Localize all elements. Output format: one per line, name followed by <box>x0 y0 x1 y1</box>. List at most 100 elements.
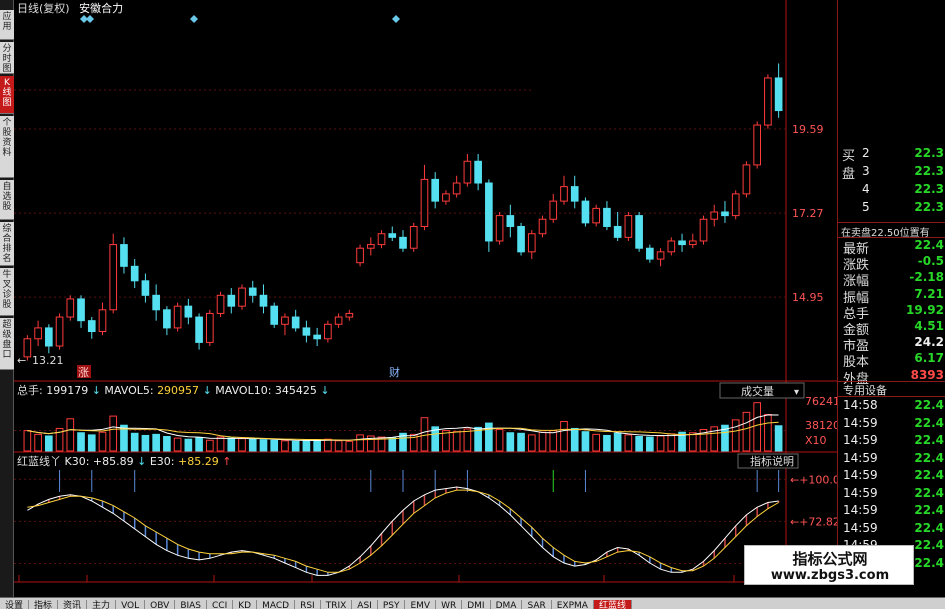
indicator-tab-1[interactable]: 指标 <box>29 600 59 609</box>
volume-bar <box>45 435 53 452</box>
left-tab-5[interactable]: 综合排名 <box>0 222 14 266</box>
candle-body <box>141 280 150 296</box>
indicator-tab-7[interactable]: CCI <box>207 600 234 609</box>
tick-row: 14:59 22.4 <box>838 486 945 502</box>
candle-body <box>570 186 579 202</box>
watermark-url: www.zbgs3.com <box>770 568 890 583</box>
mavol5-label: MAVOL5: <box>104 384 157 397</box>
volume-bar <box>549 430 558 452</box>
volume-bar <box>667 433 676 452</box>
candle <box>152 284 160 321</box>
candle-body <box>420 178 429 227</box>
left-tab-4[interactable]: 自选股 <box>0 180 14 220</box>
stat-value: 6.17 <box>914 351 944 366</box>
stat-row: 股本 6.17 <box>838 351 945 370</box>
indicator-tab-13[interactable]: PSY <box>378 600 406 609</box>
left-tab-2[interactable]: K线图 <box>0 76 14 114</box>
candle-body <box>409 225 418 249</box>
candle-body <box>538 218 547 235</box>
indicator-tab-0[interactable]: 设置 <box>0 600 30 609</box>
volume-bar <box>560 420 568 452</box>
indicator-tab-14[interactable]: EMV <box>405 600 437 609</box>
tick-row: 14:59 22.4 <box>838 451 945 467</box>
candle <box>34 320 42 347</box>
candle-body <box>560 186 568 202</box>
indicator-tab-16[interactable]: DMI <box>462 600 491 609</box>
indicator-tab-2[interactable]: 资讯 <box>58 600 88 609</box>
volume-axis-label-0: 76241 <box>805 395 837 408</box>
volume-bar <box>517 432 525 452</box>
indicator-tab-6[interactable]: BIAS <box>175 600 208 609</box>
stat-row: 涨跌 -0.5 <box>838 254 945 273</box>
indicator-tab-11[interactable]: TRIX <box>321 600 353 609</box>
candle <box>409 222 418 252</box>
indicator-tab-5[interactable]: OBV <box>145 600 176 609</box>
tick-row: 14:59 22.4 <box>838 468 945 484</box>
volume-bar <box>463 428 472 452</box>
candle <box>184 298 193 325</box>
candle <box>774 63 783 118</box>
volume-bar <box>753 402 761 452</box>
indicator-tab-9[interactable]: MACD <box>257 600 296 609</box>
volume-bar <box>23 430 32 452</box>
stat-row: 市盈 24.2 <box>838 335 945 354</box>
indicator-tab-20[interactable]: 红蓝线 <box>593 600 632 609</box>
candle <box>366 237 375 256</box>
indicator-tab-17[interactable]: DMA <box>491 600 523 609</box>
stat-row: 涨幅 -2.18 <box>838 270 945 289</box>
indicator-tab-8[interactable]: KD <box>233 600 258 609</box>
candle <box>721 201 729 223</box>
left-tab-1[interactable]: 分时图 <box>0 42 14 74</box>
candle-body <box>603 207 611 227</box>
stat-row: 总手 19.92 <box>838 303 945 322</box>
candle <box>538 215 547 238</box>
indicator-tab-18[interactable]: SAR <box>522 600 552 609</box>
candle <box>656 248 665 267</box>
indicator-tab-10[interactable]: RSI <box>295 600 321 609</box>
candle <box>570 175 579 209</box>
candle <box>324 320 332 343</box>
volume-arrow: ↓ <box>92 384 105 397</box>
indicator-tab-12[interactable]: ASI <box>352 600 378 609</box>
left-tab-3[interactable]: 个股资料 <box>0 116 14 178</box>
candle-body <box>34 327 42 340</box>
left-tab-7[interactable]: 超级盘口 <box>0 318 14 370</box>
indicator-tab-15[interactable]: WR <box>436 600 463 609</box>
candle-body <box>688 240 697 246</box>
candle-body <box>66 298 75 318</box>
tick-row: 14:59 22.4 <box>838 433 945 449</box>
candle-body <box>184 305 193 318</box>
candle <box>667 237 676 256</box>
candle <box>248 280 257 303</box>
chart-svg[interactable]: 19.59 17.27 14.95 ← 13.21 涨 财总手: 199179 ↓ MAVO… <box>14 0 837 585</box>
candle <box>281 313 289 336</box>
candle <box>120 237 128 274</box>
candle-body <box>527 233 536 253</box>
candle-body <box>667 240 676 253</box>
left-tab-0[interactable]: 应用 <box>0 10 14 40</box>
candle-body <box>313 334 321 340</box>
price-axis-label-1: 17.27 <box>792 207 824 220</box>
mavol5-arrow: ↓ <box>203 384 216 397</box>
candle-body <box>345 312 354 318</box>
indicator-tab-3[interactable]: 主力 <box>87 600 117 609</box>
candle-body <box>721 211 729 217</box>
volume-bar <box>313 439 321 452</box>
tick-row: 14:58 22.4 <box>838 398 945 414</box>
chart-area[interactable]: 日线(复权) 安徽合力 19.59 17.27 14.95 ← 13.21 涨财总手: 1… <box>14 0 837 585</box>
candle-body <box>581 200 590 224</box>
volume-bar <box>452 431 461 452</box>
e30-line <box>27 489 779 573</box>
tick-price: 22.4 <box>914 485 944 500</box>
candle <box>163 306 171 336</box>
volume-bar <box>388 437 397 452</box>
candle <box>205 309 214 347</box>
volume-bar <box>592 433 601 452</box>
left-tab-6[interactable]: 牛叉诊股 <box>0 268 14 316</box>
candle-body <box>205 312 214 343</box>
indicator-tab-19[interactable]: EXPMA <box>552 600 594 609</box>
candle <box>431 172 440 209</box>
tick-time: 14:59 <box>843 450 878 465</box>
volume-bar <box>109 415 118 452</box>
indicator-tab-4[interactable]: VOL <box>116 600 146 609</box>
